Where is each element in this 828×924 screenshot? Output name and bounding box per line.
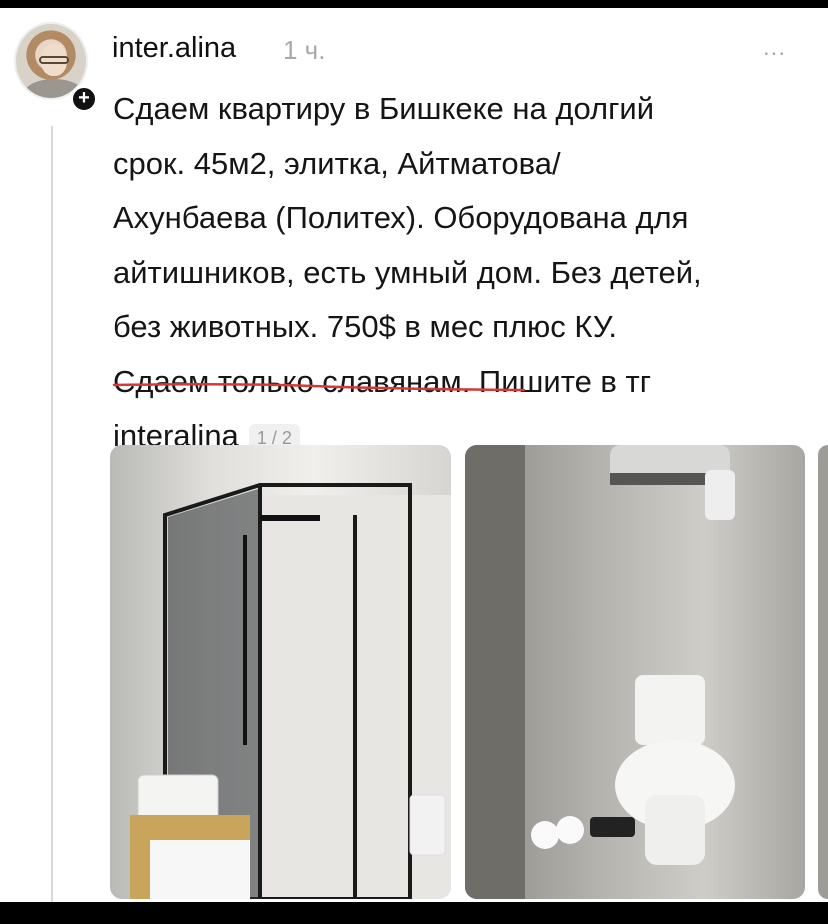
post-text-line: айтишников, есть умный дом. Без детей, — [113, 254, 702, 290]
red-underline-annotation — [112, 382, 526, 392]
toilet-illustration — [465, 445, 735, 899]
post-text-line: Сдаем квартиру в Бишкеке на долгий — [113, 91, 655, 126]
post-text: Сдаем квартиру в Бишкеке на долгий срок.… — [113, 82, 813, 464]
post-text-line: без животных. 750$ в мес плюс КУ. — [113, 309, 618, 344]
follow-plus-icon[interactable]: + — [70, 85, 98, 113]
post-card: + inter.alina 1 ч. ... Сдаем квартиру в … — [0, 8, 828, 902]
photo-toilet[interactable] — [465, 445, 805, 899]
shower-illustration — [130, 483, 451, 899]
post-time: 1 ч. — [283, 35, 326, 65]
post-text-line: Ахунбаева (Политех). Оборудована для — [113, 200, 689, 235]
post-text-line: срок. 45м2, элитка, Айтматова/ — [113, 145, 561, 181]
more-options-icon[interactable]: ... — [763, 34, 786, 62]
thread-line — [51, 126, 53, 902]
photo-shower[interactable] — [110, 445, 451, 899]
photo-third-partial[interactable] — [818, 445, 828, 899]
username[interactable]: inter.alina — [112, 32, 236, 65]
